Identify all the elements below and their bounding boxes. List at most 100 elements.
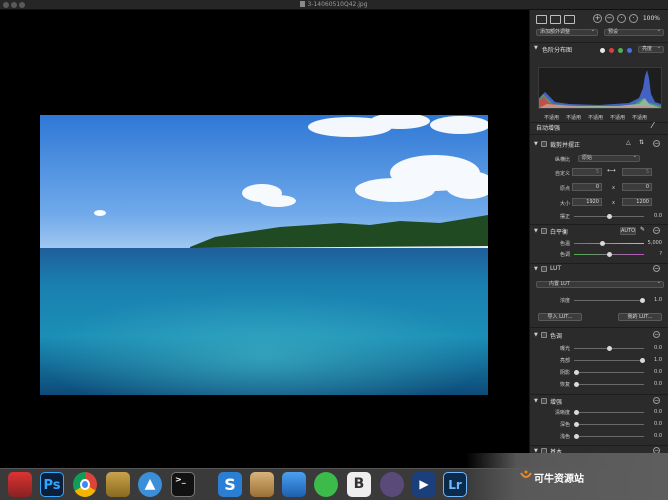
red-channel-dot[interactable] xyxy=(609,48,614,53)
aspect-dropdown[interactable]: 原始 xyxy=(578,154,640,162)
dock-lightroom-icon[interactable]: Lr xyxy=(443,472,467,497)
flip-icon[interactable] xyxy=(550,15,561,24)
crop-enable-checkbox[interactable] xyxy=(541,141,547,147)
dock-mountain-app-icon[interactable]: ▲ xyxy=(138,472,162,497)
slider-knob[interactable] xyxy=(607,252,612,257)
white-balance-checkbox[interactable] xyxy=(541,228,547,234)
dark-slider[interactable] xyxy=(574,422,644,427)
dock-play-app-icon[interactable]: ▶ xyxy=(412,472,436,497)
white-balance-title: 白平衡 xyxy=(550,229,569,236)
zoom-out-icon[interactable]: − xyxy=(605,14,614,23)
auto-enhance-button[interactable]: 自动增强 xyxy=(536,123,560,132)
histogram-mode-dropdown[interactable]: 亮度 xyxy=(638,45,664,53)
collapse-triangle-icon[interactable]: ▼ xyxy=(534,266,538,272)
crop-swap-icon[interactable]: ⇅ xyxy=(639,139,644,146)
dock-ninja-app-icon[interactable] xyxy=(380,472,404,497)
lut-checkbox[interactable] xyxy=(541,266,547,272)
zoom-fit-icon[interactable]: · xyxy=(617,14,626,23)
luminance-channel-dot[interactable] xyxy=(600,48,605,53)
straighten-label: 摆正 xyxy=(559,214,570,220)
origin-y-field[interactable]: 0 xyxy=(622,183,652,191)
dock-terminal-icon[interactable]: >_ xyxy=(171,472,195,497)
chrome-center-icon xyxy=(80,479,90,490)
slider-knob[interactable] xyxy=(607,214,612,219)
slider-knob[interactable] xyxy=(574,410,579,415)
density-slider[interactable] xyxy=(574,298,645,303)
temperature-label: 色温 xyxy=(559,241,570,247)
definition-value: 0.0 xyxy=(654,409,662,415)
reset-white-balance-icon[interactable]: − xyxy=(653,227,660,234)
dock-xcode-icon[interactable] xyxy=(282,472,306,497)
zoom-in-icon[interactable]: + xyxy=(593,14,602,23)
collapse-triangle-icon[interactable]: ▼ xyxy=(534,332,538,338)
slider-knob[interactable] xyxy=(574,382,579,387)
eyedropper-icon[interactable]: ✎ xyxy=(640,226,645,233)
definition-label: 清晰度 xyxy=(554,410,570,416)
temperature-value: 5,000 xyxy=(647,240,662,246)
reset-crop-icon[interactable]: − xyxy=(653,140,660,147)
slider-knob[interactable] xyxy=(574,434,579,439)
dock-package-icon[interactable] xyxy=(250,472,274,497)
custom-height-field[interactable]: 5 xyxy=(622,168,652,176)
rotate-icon[interactable] xyxy=(536,15,547,24)
light-slider[interactable] xyxy=(574,434,644,439)
straighten-slider[interactable] xyxy=(574,214,644,219)
window-titlebar: 3-14060510Q42.jpg xyxy=(0,0,668,10)
green-channel-dot[interactable] xyxy=(618,48,623,53)
auto-white-balance-button[interactable]: AUTO xyxy=(620,227,636,235)
tint-label: 色调 xyxy=(559,252,570,258)
photo-preview[interactable] xyxy=(40,115,488,395)
temperature-slider[interactable] xyxy=(574,241,644,246)
enhance-checkbox[interactable] xyxy=(541,398,547,404)
my-lut-button[interactable]: 我的 LUT... xyxy=(618,313,662,321)
compare-icon[interactable] xyxy=(564,15,575,24)
zoom-actual-icon[interactable]: · xyxy=(629,14,638,23)
tone-checkbox[interactable] xyxy=(541,332,547,338)
slider-knob[interactable] xyxy=(607,346,612,351)
collapse-triangle-icon[interactable]: ▼ xyxy=(534,228,538,234)
dock-photoshop-icon[interactable]: Ps xyxy=(40,472,64,497)
reset-tone-icon[interactable]: − xyxy=(653,331,660,338)
dock-wechat-icon[interactable] xyxy=(314,472,338,497)
dock-photo-booth-icon[interactable] xyxy=(8,472,32,497)
light-value: 0.0 xyxy=(654,433,662,439)
highlights-slider[interactable] xyxy=(574,358,645,363)
slider-knob[interactable] xyxy=(574,370,579,375)
magic-wand-icon[interactable]: ⁄ xyxy=(652,121,653,130)
presets-dropdown[interactable]: 预设 xyxy=(604,28,664,36)
dock-bbedit-icon[interactable]: B xyxy=(347,472,371,497)
crop-triangle-icon[interactable]: △ xyxy=(626,139,631,146)
slider-knob[interactable] xyxy=(574,422,579,427)
histogram-na-label: 不适用 xyxy=(544,115,560,121)
dock-notebook-icon[interactable] xyxy=(106,472,130,497)
custom-width-field[interactable]: 5 xyxy=(572,168,602,176)
exposure-slider[interactable] xyxy=(574,346,644,351)
tint-slider[interactable] xyxy=(574,252,644,257)
dock-chrome-icon[interactable] xyxy=(73,472,97,497)
collapse-triangle-icon[interactable]: ▼ xyxy=(534,398,538,404)
image-canvas[interactable] xyxy=(0,10,529,468)
slider-knob[interactable] xyxy=(600,241,605,246)
lut-preset-dropdown[interactable]: 内置 LUT xyxy=(536,280,664,288)
origin-x-field[interactable]: 0 xyxy=(572,183,602,191)
swap-arrows-icon[interactable]: ⟷ xyxy=(607,167,616,174)
reset-lut-icon[interactable]: − xyxy=(653,265,660,272)
recovery-slider[interactable] xyxy=(574,382,644,387)
collapse-triangle-icon[interactable]: ▼ xyxy=(534,45,538,51)
tint-value: ? xyxy=(659,251,662,257)
blue-channel-dot[interactable] xyxy=(627,48,632,53)
size-height-field[interactable]: 1200 xyxy=(622,198,652,206)
dock-s-app-icon[interactable]: S xyxy=(218,472,242,497)
size-label: 大小 xyxy=(559,201,570,207)
size-width-field[interactable]: 1920 xyxy=(572,198,602,206)
recovery-label: 恢复 xyxy=(559,382,570,388)
reset-enhance-icon[interactable]: − xyxy=(653,397,660,404)
definition-slider[interactable] xyxy=(574,410,644,415)
origin-label: 原点 xyxy=(559,186,570,192)
shadows-slider[interactable] xyxy=(574,370,644,375)
histogram-na-label: 不适用 xyxy=(632,115,648,121)
import-lut-button[interactable]: 导入 LUT... xyxy=(538,313,582,321)
exposure-label: 曝光 xyxy=(559,346,570,352)
collapse-triangle-icon[interactable]: ▼ xyxy=(534,141,538,147)
extra-adjustments-dropdown[interactable]: 添加额外调整 xyxy=(536,28,598,36)
